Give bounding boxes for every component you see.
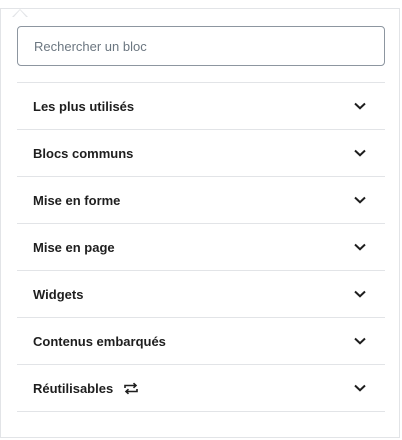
panel-common-blocks[interactable]: Blocs communs [17, 130, 385, 177]
chevron-down-icon[interactable] [353, 287, 367, 301]
chevron-down-icon[interactable] [353, 146, 367, 160]
chevron-down-icon[interactable] [353, 240, 367, 254]
panel-title: Contenus embarqués [33, 334, 166, 349]
panel-label: Réutilisables [33, 380, 114, 396]
panel-title: Mise en forme [33, 193, 120, 208]
panel-label: Widgets [33, 286, 84, 302]
panel-most-used[interactable]: Les plus utilisés [17, 83, 385, 130]
panel-label: Contenus embarqués [33, 333, 166, 349]
block-category-list: Les plus utilisés Blocs communs Mise en … [17, 82, 385, 412]
block-inserter-popover: Les plus utilisés Blocs communs Mise en … [0, 8, 400, 438]
panel-title: Widgets [33, 287, 83, 302]
panel-formatting[interactable]: Mise en forme [17, 177, 385, 224]
chevron-down-icon[interactable] [353, 334, 367, 348]
panel-title: Blocs communs [33, 146, 133, 161]
panel-label: Les plus utilisés [33, 98, 135, 114]
panel-title: Mise en page [33, 240, 115, 255]
panel-widgets[interactable]: Widgets [17, 271, 385, 318]
chevron-down-icon[interactable] [353, 193, 367, 207]
chevron-down-icon[interactable] [353, 99, 367, 113]
panel-label: Mise en page [33, 239, 115, 255]
search-input[interactable] [17, 26, 385, 66]
popover-arrow-fill [13, 10, 27, 18]
panel-title: Réutilisables [33, 381, 141, 396]
panel-label: Mise en forme [33, 192, 121, 208]
panel-embeds[interactable]: Contenus embarqués [17, 318, 385, 365]
panel-reusable[interactable]: Réutilisables [17, 365, 385, 412]
chevron-down-icon[interactable] [353, 381, 367, 395]
reusable-block-icon [123, 381, 141, 395]
panel-label: Blocs communs [33, 145, 134, 161]
panel-title: Les plus utilisés [33, 99, 134, 114]
search-wrapper [17, 26, 385, 66]
panel-layout[interactable]: Mise en page [17, 224, 385, 271]
